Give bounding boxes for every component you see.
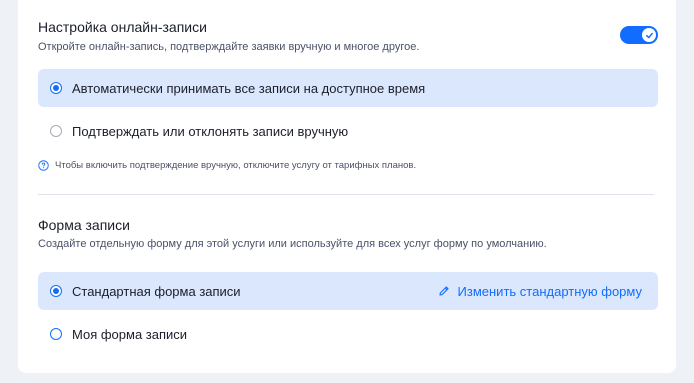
manual-confirm-label: Подтверждать или отклонять записи вручну… [72, 123, 349, 139]
hint-text: Чтобы включить подтверждение вручную, от… [55, 160, 417, 171]
edit-standard-form-label: Изменить стандартную форму [457, 283, 642, 299]
my-form-label: Моя форма записи [72, 326, 188, 342]
auto-accept-option[interactable]: Автоматически принимать все записи на до… [38, 69, 658, 107]
standard-form-label: Стандартная форма записи [72, 283, 241, 299]
standard-form-radio[interactable] [50, 285, 62, 297]
auto-accept-radio[interactable] [50, 82, 62, 94]
online-booking-subtitle: Откройте онлайн-запись, подтверждайте за… [38, 41, 420, 53]
my-form-option[interactable]: Моя форма записи [38, 315, 658, 353]
manual-confirm-radio[interactable] [50, 125, 62, 137]
booking-form-title: Форма записи [38, 217, 130, 233]
manual-confirm-option[interactable]: Подтверждать или отклонять записи вручну… [38, 112, 658, 150]
manual-confirm-hint: Чтобы включить подтверждение вручную, от… [38, 160, 416, 171]
check-icon [645, 32, 653, 38]
auto-accept-label: Автоматически принимать все записи на до… [72, 80, 426, 96]
online-booking-title: Настройка онлайн-записи [38, 19, 207, 35]
toggle-knob [642, 28, 656, 42]
edit-standard-form-link[interactable]: Изменить стандартную форму [438, 284, 642, 299]
my-form-radio[interactable] [50, 328, 62, 340]
standard-form-option[interactable]: Стандартная форма записи Изменить станда… [38, 272, 658, 310]
settings-card: Настройка онлайн-записи Откройте онлайн-… [18, 0, 676, 373]
pencil-icon [438, 286, 449, 296]
question-circle-icon [38, 160, 49, 171]
booking-form-subtitle: Создайте отдельную форму для этой услуги… [38, 238, 547, 250]
online-booking-toggle[interactable] [620, 26, 658, 44]
section-divider [38, 194, 654, 195]
